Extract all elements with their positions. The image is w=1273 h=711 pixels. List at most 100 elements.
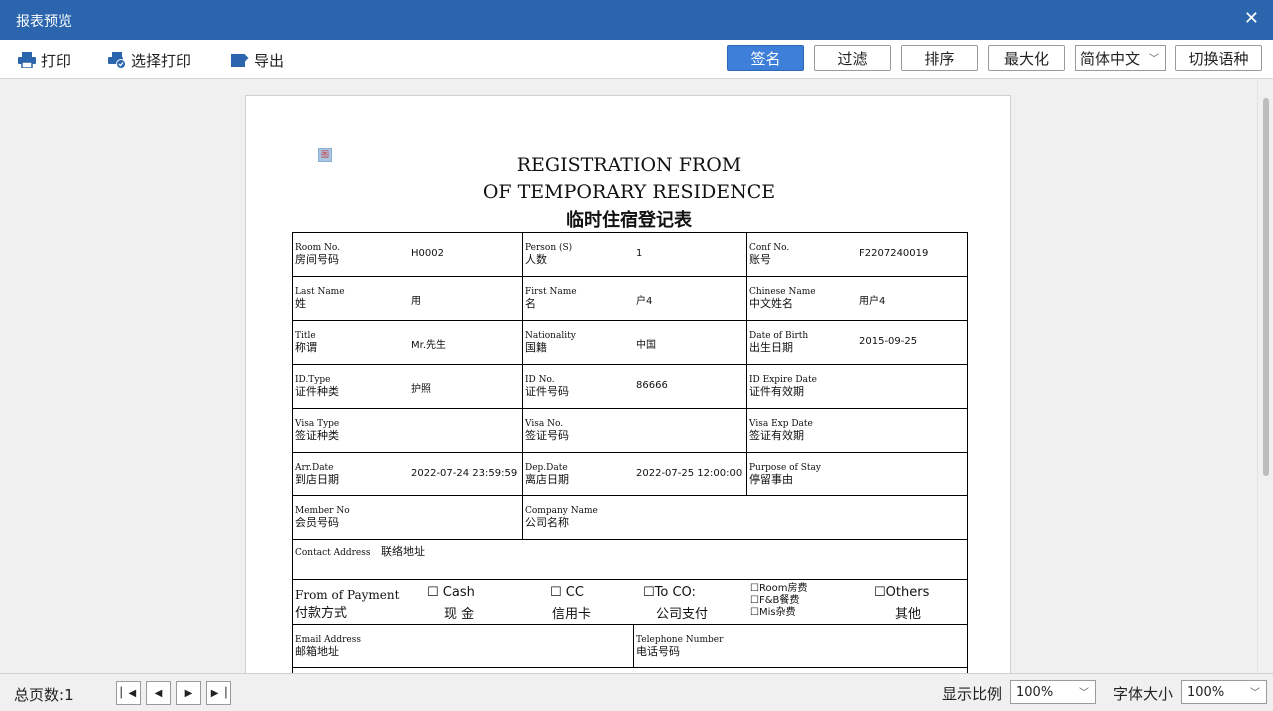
language-select[interactable]: 简体中文 ﹀: [1075, 45, 1166, 71]
field-value: 86666: [636, 380, 668, 391]
field-label-cn: 会员号码: [295, 516, 339, 529]
select-print-label: 选择打印: [131, 51, 192, 70]
field-value: 1: [636, 248, 643, 259]
zoom-value: 100%: [1016, 684, 1054, 700]
field-label-cn: 到店日期: [295, 473, 339, 486]
prev-page-button[interactable]: ◀: [146, 681, 171, 705]
next-page-button[interactable]: ▶: [176, 681, 201, 705]
others-option[interactable]: ☐Others: [874, 585, 929, 600]
field-label-cn: 停留事由: [749, 473, 793, 486]
payment-label-cn: 付款方式: [295, 606, 348, 621]
last-page-button[interactable]: ▶▕: [206, 681, 231, 705]
cash-option[interactable]: ☐ Cash: [427, 585, 475, 600]
field-value: H0002: [411, 248, 444, 259]
print-label: 打印: [41, 51, 72, 70]
field-label-cn: 称谓: [295, 341, 317, 354]
field-label-cn: 电话号码: [636, 645, 680, 658]
last-page-icon: ▶▕: [210, 687, 227, 699]
maximize-button[interactable]: 最大化: [988, 45, 1065, 71]
zoom-label: 显示比例: [942, 685, 1003, 703]
table-row: Member No 会员号码 Company Name 公司名称: [292, 495, 968, 539]
table-row: From of Payment 付款方式 ☐ Cash 现 金 ☐ CC 信用卡…: [292, 579, 968, 624]
checkbox-icon: ☐: [550, 585, 562, 600]
to-co-label-cn: 公司支付: [656, 607, 709, 622]
table-row: Visa Type 签证种类 Visa No. 签证号码 Visa Exp Date…: [292, 408, 968, 452]
field-value: 户4: [636, 296, 653, 307]
printer-icon: [18, 52, 36, 68]
language-value: 简体中文: [1080, 49, 1141, 68]
filter-button[interactable]: 过滤: [814, 45, 891, 71]
table-row: Last Name 姓用 First Name 名户4 Chinese Name 中文…: [292, 276, 968, 320]
others-label-cn: 其他: [895, 607, 922, 622]
field-label-cn: 证件有效期: [749, 385, 804, 398]
report-page: 图 REGISTRATION FROM OF TEMPORARY RESIDEN…: [245, 95, 1011, 673]
toolbar: 打印 选择打印 导出 签名 过滤 排序 最大化 简体中文 ﹀ 切换语种: [0, 40, 1273, 79]
field-label-cn: 邮箱地址: [295, 645, 339, 658]
field-value: 2022-07-24 23:59:59: [411, 468, 518, 479]
report-viewport: 图 REGISTRATION FROM OF TEMPORARY RESIDEN…: [0, 80, 1257, 673]
cc-option[interactable]: ☐ CC: [550, 585, 584, 600]
field-label-cn: 名: [525, 297, 536, 310]
table-row: Room No. 房间号码 H0002 Person (S) 人数 1 Conf No.…: [292, 232, 968, 276]
first-page-button[interactable]: ▏◀: [116, 681, 141, 705]
cash-label-cn: 现 金: [444, 607, 475, 622]
sort-button[interactable]: 排序: [901, 45, 978, 71]
status-bar: 总页数:1 ▏◀ ◀ ▶ ▶▕ 显示比例 100% ﹀ 字体大小 100% ﹀: [0, 673, 1273, 711]
vertical-scrollbar[interactable]: [1257, 80, 1273, 673]
report-title-cn: 临时住宿登记表: [566, 210, 692, 231]
room-option[interactable]: ☐Room房费: [750, 583, 807, 594]
export-label: 导出: [254, 51, 285, 70]
mis-option[interactable]: ☐Mis杂费: [750, 607, 796, 618]
select-print-button[interactable]: 选择打印: [108, 49, 191, 71]
zoom-select[interactable]: 100% ﹀: [1010, 680, 1096, 704]
field-label-cn: 国籍: [525, 341, 547, 354]
checkbox-icon: ☐: [427, 585, 439, 600]
field-label-cn: 证件种类: [295, 385, 339, 398]
field-label-cn: 账号: [749, 253, 771, 266]
field-label-cn: 签证种类: [295, 429, 339, 442]
first-page-icon: ▏◀: [120, 687, 137, 699]
next-page-icon: ▶: [184, 687, 193, 699]
payment-label-en: From of Payment: [295, 588, 400, 602]
field-value: F2207240019: [859, 248, 929, 259]
scrollbar-thumb[interactable]: [1263, 98, 1269, 476]
close-icon[interactable]: ✕: [1244, 8, 1259, 29]
field-label-cn: 证件号码: [525, 385, 569, 398]
table-row: Email Address 邮箱地址 Telephone Number 电话号码: [292, 624, 968, 667]
prev-page-icon: ◀: [154, 687, 163, 699]
field-label-cn: 出生日期: [749, 341, 793, 354]
chevron-down-icon: ﹀: [1149, 54, 1159, 65]
report-title-line2: OF TEMPORARY RESIDENCE: [482, 181, 776, 203]
field-label-cn: 签证有效期: [749, 429, 804, 442]
registration-table: Room No. 房间号码 H0002 Person (S) 人数 1 Conf No.…: [292, 232, 968, 673]
font-size-label: 字体大小: [1113, 685, 1174, 703]
checkbox-icon: ☐: [750, 607, 759, 618]
field-label-cn: 房间号码: [295, 253, 339, 266]
checkbox-icon: ☐: [643, 585, 655, 600]
export-button[interactable]: 导出: [231, 49, 284, 71]
table-row: Contact Address 联络地址: [292, 539, 968, 579]
checkbox-icon: ☐: [750, 583, 759, 594]
print-button[interactable]: 打印: [18, 49, 71, 71]
field-label-cn: 姓: [295, 297, 306, 310]
field-value: 用: [411, 296, 421, 307]
field-label-cn: 人数: [525, 253, 547, 266]
checkbox-icon: ☐: [874, 585, 886, 600]
fb-option[interactable]: ☐F&B餐费: [750, 595, 799, 606]
field-label-cn: 中文姓名: [749, 297, 793, 310]
title-bar: 报表预览 ✕: [0, 0, 1273, 40]
checkbox-icon: ☐: [750, 595, 759, 606]
total-pages: 总页数:1: [14, 686, 74, 704]
field-label-en: Contact Address: [295, 548, 371, 558]
field-value: Mr.先生: [411, 340, 446, 351]
font-size-select[interactable]: 100% ﹀: [1181, 680, 1267, 704]
field-label-cn: 公司名称: [525, 516, 569, 529]
sign-button[interactable]: 签名: [727, 45, 804, 71]
export-icon: [231, 54, 249, 67]
chevron-down-icon: ﹀: [1250, 688, 1260, 699]
field-value: 用户4: [859, 296, 886, 307]
field-value: 护照: [411, 384, 431, 395]
table-row: Arr.Date 到店日期 2022-07-24 23:59:59 Dep.Date…: [292, 452, 968, 495]
to-co-option[interactable]: ☐To CO:: [643, 585, 696, 600]
switch-language-button[interactable]: 切换语种: [1175, 45, 1262, 71]
